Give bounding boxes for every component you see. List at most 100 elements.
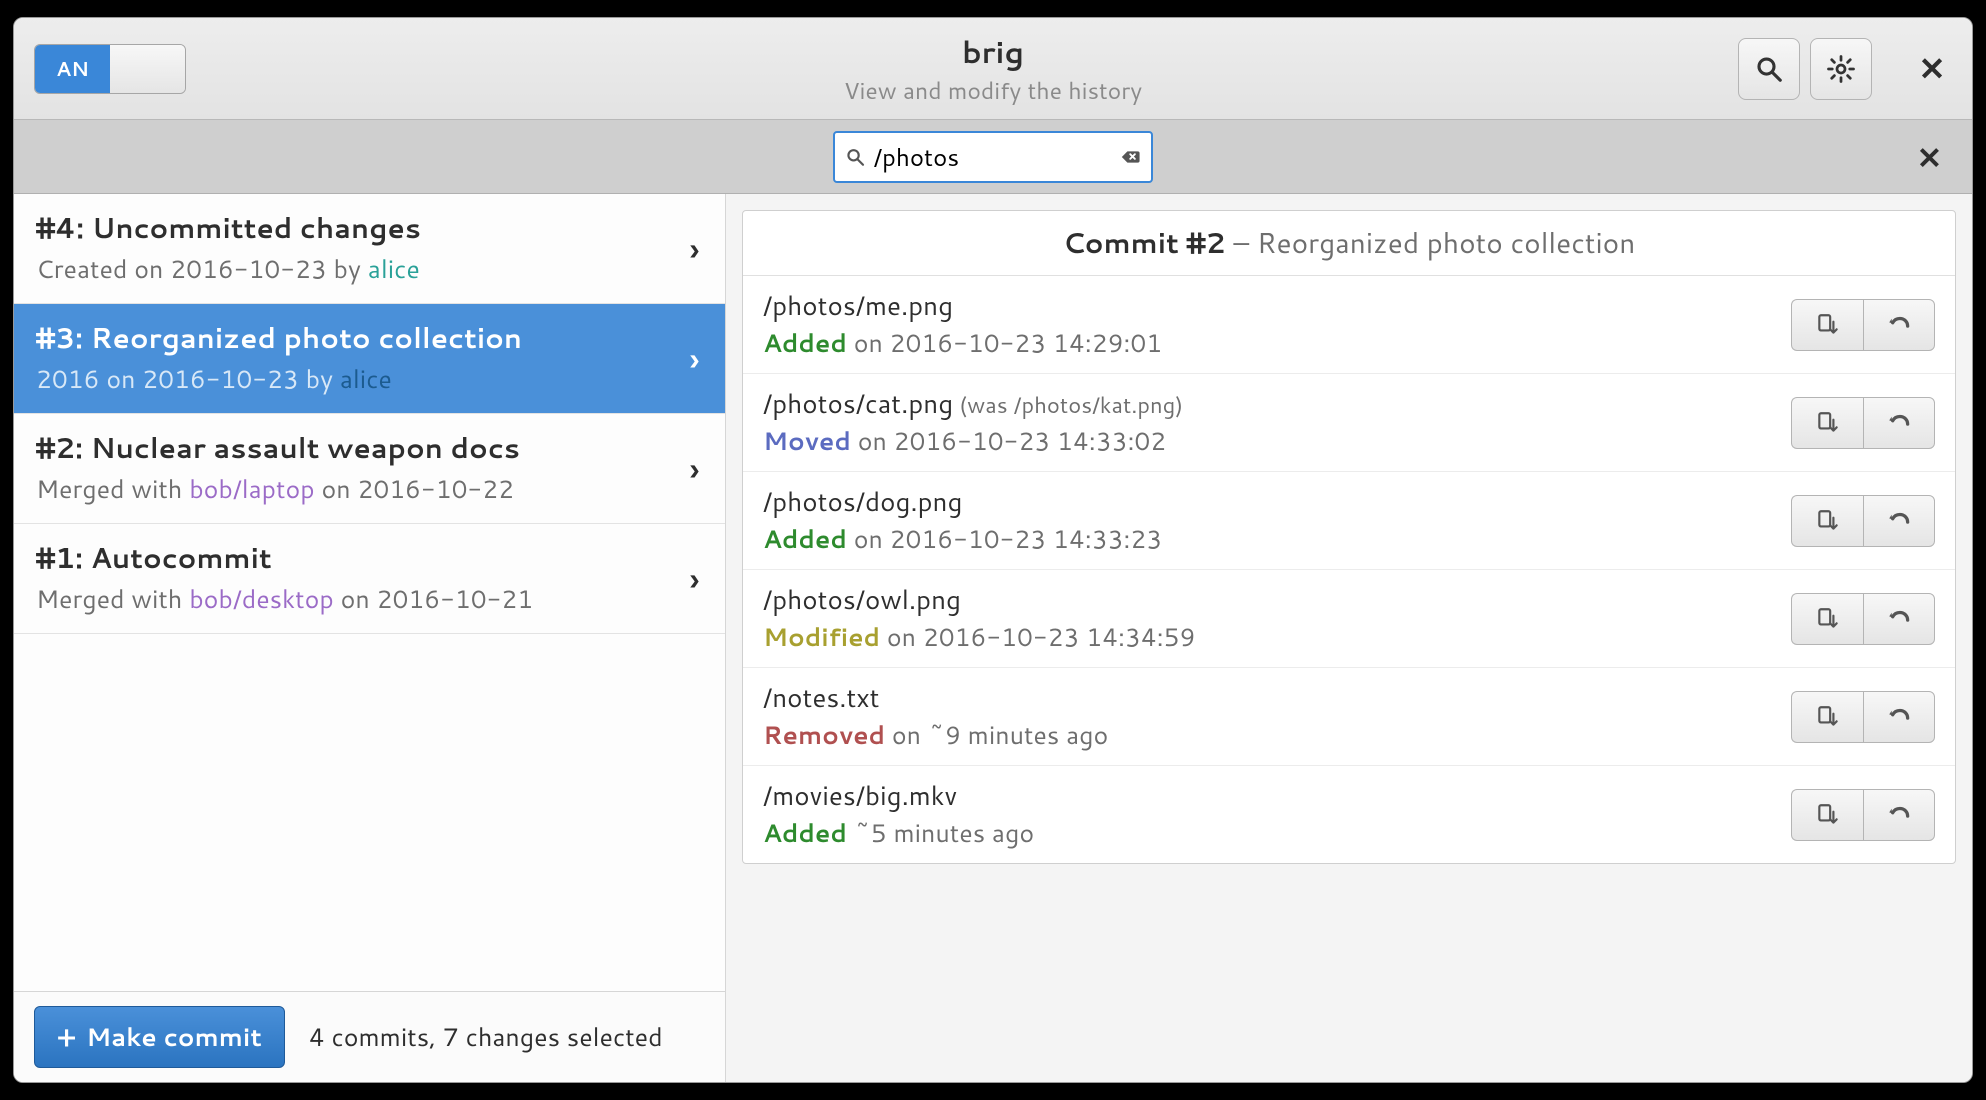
file-actions [1791,397,1935,449]
revert-file-button[interactable] [1863,593,1935,645]
file-actions [1791,495,1935,547]
footer-status: 4 commits, 7 changes selected [309,1020,663,1055]
checkout-icon [1815,704,1841,730]
file-path: /notes.txt [763,680,1791,716]
file-change-tag: Modified [763,620,880,655]
switch-inactive-half [110,45,185,93]
search-icon [845,146,866,168]
search-input[interactable] [874,140,1111,174]
commit-meta: Created on 2016-10-23 by alice [36,252,703,287]
file-row: /movies/big.mkvAdded ~5 minutes ago [743,766,1955,863]
body: #4: Uncommitted changes Created on 2016-1… [14,194,1972,1082]
checkout-file-button[interactable] [1791,593,1863,645]
revert-file-button[interactable] [1863,691,1935,743]
revert-file-button[interactable] [1863,397,1935,449]
file-info: /photos/dog.pngAdded on 2016-10-23 14:33… [763,484,1791,557]
file-row: /photos/cat.png (was /photos/kat.png)Mov… [743,374,1955,472]
commit-title: #2: Nuclear assault weapon docs [36,428,703,468]
mode-switch[interactable]: AN [34,44,186,94]
file-info: /photos/cat.png (was /photos/kat.png)Mov… [763,386,1791,459]
file-row: /photos/me.pngAdded on 2016-10-23 14:29:… [743,276,1955,374]
make-commit-label: Make commit [86,1020,262,1055]
undo-icon [1886,508,1912,534]
revert-file-button[interactable] [1863,495,1935,547]
clear-input-icon[interactable] [1119,145,1141,169]
gear-icon [1826,54,1856,84]
file-path: /photos/me.png [763,288,1791,324]
file-change-tag: Removed [763,718,885,753]
file-info: /photos/me.pngAdded on 2016-10-23 14:29:… [763,288,1791,361]
checkout-icon [1815,312,1841,338]
file-meta: Added on 2016-10-23 14:33:23 [763,522,1791,557]
detail-commit-title: – Reorganized photo collection [1226,223,1636,263]
commit-sidebar: #4: Uncommitted changes Created on 2016-1… [14,194,726,1082]
commit-peer: bob/desktop [189,582,334,617]
commit-title: #4: Uncommitted changes [36,208,703,248]
undo-icon [1886,410,1912,436]
undo-icon [1886,802,1912,828]
commit-peer: bob/laptop [189,472,314,507]
commit-item[interactable]: #4: Uncommitted changes Created on 2016-1… [14,194,725,304]
file-path: /photos/owl.png [763,582,1791,618]
file-row: /photos/dog.pngAdded on 2016-10-23 14:33… [743,472,1955,570]
undo-icon [1886,606,1912,632]
file-change-tag: Moved [763,424,851,459]
search-field[interactable] [833,131,1153,183]
commit-author: alice [368,252,420,287]
file-change-tag: Added [763,816,847,851]
revert-file-button[interactable] [1863,789,1935,841]
commit-item[interactable]: #1: AutocommitMerged with bob/desktop on… [14,524,725,634]
detail-header: Commit #2 – Reorganized photo collection [743,211,1955,276]
detail-pane: Commit #2 – Reorganized photo collection… [726,194,1972,1082]
app-subtitle: View and modify the history [14,75,1972,107]
file-path: /photos/dog.png [763,484,1791,520]
commit-item[interactable]: #3: Reorganized photo collection 2016 on … [14,304,725,414]
switch-active-label: AN [35,45,110,93]
toolbar-search-button[interactable] [1738,38,1800,100]
file-change-tag: Added [763,326,847,361]
detail-card: Commit #2 – Reorganized photo collection… [742,210,1956,864]
commit-item[interactable]: #2: Nuclear assault weapon docs Merged wi… [14,414,725,524]
commit-meta: 2016 on 2016-10-23 by alice [36,362,703,397]
file-info: /photos/owl.pngModified on 2016-10-23 14… [763,582,1791,655]
searchbar: ✕ [14,120,1972,194]
file-actions [1791,789,1935,841]
checkout-icon [1815,508,1841,534]
commit-list: #4: Uncommitted changes Created on 2016-1… [14,194,725,991]
commit-meta: Merged with bob/laptop on 2016-10-22 [36,472,703,507]
file-meta: Removed on ~9 minutes ago [763,718,1791,753]
checkout-file-button[interactable] [1791,789,1863,841]
checkout-icon [1815,606,1841,632]
checkout-file-button[interactable] [1791,495,1863,547]
make-commit-button[interactable]: + Make commit [34,1006,285,1068]
file-list: /photos/me.pngAdded on 2016-10-23 14:29:… [743,276,1955,863]
checkout-icon [1815,410,1841,436]
file-row: /notes.txtRemoved on ~9 minutes ago [743,668,1955,766]
file-row: /photos/owl.pngModified on 2016-10-23 14… [743,570,1955,668]
chevron-right-icon: › [690,557,699,600]
file-meta: Modified on 2016-10-23 14:34:59 [763,620,1791,655]
checkout-file-button[interactable] [1791,691,1863,743]
checkout-file-button[interactable] [1791,299,1863,351]
file-info: /notes.txtRemoved on ~9 minutes ago [763,680,1791,753]
file-path: /photos/cat.png (was /photos/kat.png) [763,386,1791,422]
checkout-icon [1815,802,1841,828]
file-old-path: (was /photos/kat.png) [953,390,1183,421]
chevron-right-icon: › [690,337,699,380]
file-actions [1791,593,1935,645]
window-close-button[interactable]: ✕ [1912,38,1952,100]
revert-file-button[interactable] [1863,299,1935,351]
undo-icon [1886,312,1912,338]
commit-title: #3: Reorganized photo collection [36,318,703,358]
app-title: brig [14,30,1972,73]
search-icon [1754,54,1784,84]
file-meta: Moved on 2016-10-23 14:33:02 [763,424,1791,459]
searchbar-close-button[interactable]: ✕ [1917,135,1942,178]
settings-button[interactable] [1810,38,1872,100]
file-actions [1791,299,1935,351]
chevron-right-icon: › [690,447,699,490]
checkout-file-button[interactable] [1791,397,1863,449]
commit-meta: Merged with bob/desktop on 2016-10-21 [36,582,703,617]
file-path: /movies/big.mkv [763,778,1791,814]
headerbar: AN brig View and modify the history ✕ [14,18,1972,120]
